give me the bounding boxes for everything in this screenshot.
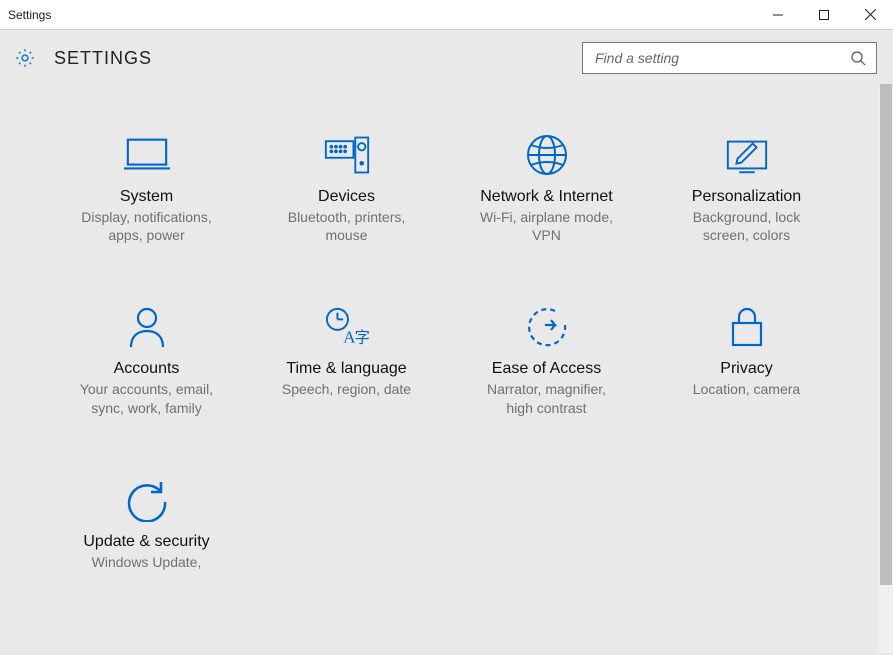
person-icon (124, 304, 170, 350)
category-title: Personalization (692, 188, 801, 206)
update-icon (124, 477, 170, 523)
category-accounts[interactable]: Accounts Your accounts, email, sync, wor… (47, 304, 247, 416)
page-title: SETTINGS (54, 48, 152, 69)
category-title: Ease of Access (492, 360, 601, 378)
category-desc: Location, camera (693, 380, 800, 398)
category-network[interactable]: Network & Internet Wi-Fi, airplane mode,… (447, 132, 647, 244)
close-icon (865, 9, 876, 20)
category-privacy[interactable]: Privacy Location, camera (647, 304, 847, 416)
scrollbar-thumb[interactable] (880, 84, 892, 585)
category-system[interactable]: System Display, notifications, apps, pow… (47, 132, 247, 244)
minimize-button[interactable] (755, 0, 801, 29)
globe-icon (524, 132, 570, 178)
category-desc: Narrator, magnifier, high contrast (487, 380, 606, 416)
svg-text:字: 字 (354, 330, 369, 347)
category-desc: Speech, region, date (282, 380, 411, 398)
personalization-icon (724, 132, 770, 178)
ease-of-access-icon (524, 304, 570, 350)
category-title: Network & Internet (480, 188, 613, 206)
category-personalization[interactable]: Personalization Background, lock screen,… (647, 132, 847, 244)
header-left: SETTINGS (14, 47, 152, 69)
window-controls (755, 0, 893, 29)
gear-icon (14, 47, 36, 69)
category-time-language[interactable]: A 字 Time & language Speech, region, date (247, 304, 447, 416)
scrollbar[interactable] (879, 84, 893, 653)
devices-icon (324, 132, 370, 178)
category-title: System (120, 188, 173, 206)
category-devices[interactable]: Devices Bluetooth, printers, mouse (247, 132, 447, 244)
window-titlebar: Settings (0, 0, 893, 30)
time-language-icon: A 字 (324, 304, 370, 350)
maximize-button[interactable] (801, 0, 847, 29)
category-update-security[interactable]: Update & security Windows Update, (47, 477, 247, 571)
system-icon (124, 132, 170, 178)
header: SETTINGS (0, 30, 893, 84)
category-title: Time & language (286, 360, 406, 378)
category-desc: Windows Update, (92, 553, 202, 571)
search-box[interactable] (582, 42, 877, 74)
category-desc: Display, notifications, apps, power (81, 208, 211, 244)
category-title: Devices (318, 188, 375, 206)
category-desc: Background, lock screen, colors (693, 208, 800, 244)
category-title: Update & security (83, 533, 209, 551)
search-icon (850, 50, 866, 66)
category-ease-of-access[interactable]: Ease of Access Narrator, magnifier, high… (447, 304, 647, 416)
window-title: Settings (0, 8, 51, 22)
category-title: Privacy (720, 360, 772, 378)
category-desc: Your accounts, email, sync, work, family (80, 380, 213, 416)
minimize-icon (773, 10, 783, 20)
lock-icon (724, 304, 770, 350)
category-desc: Bluetooth, printers, mouse (288, 208, 406, 244)
content-area: System Display, notifications, apps, pow… (0, 84, 893, 653)
category-title: Accounts (114, 360, 180, 378)
search-input[interactable] (593, 49, 850, 67)
maximize-icon (819, 10, 829, 20)
category-desc: Wi-Fi, airplane mode, VPN (480, 208, 613, 244)
close-button[interactable] (847, 0, 893, 29)
category-grid: System Display, notifications, apps, pow… (0, 84, 893, 571)
